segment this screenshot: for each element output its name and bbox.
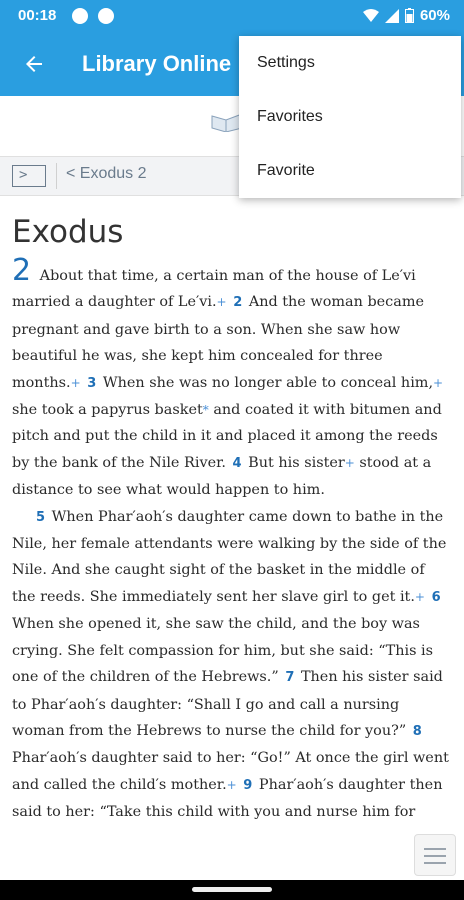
app-title: Library Online (82, 51, 232, 76)
verse-number[interactable]: 3 (87, 376, 96, 391)
wifi-icon (362, 8, 379, 22)
verse-text: she took a papyrus basket (12, 402, 203, 419)
menu-line (424, 848, 446, 850)
battery-percent: 60% (419, 7, 450, 24)
menu-item-favorites[interactable]: Favorites (239, 90, 461, 144)
sync-icon (98, 8, 114, 24)
battery-icon (404, 8, 414, 23)
previous-chapter-label: Exodus 2 (79, 165, 147, 182)
reading-content: Exodus 2 About that time, a certain man … (12, 206, 452, 826)
chevron-left-icon: < (66, 165, 76, 182)
verse-number[interactable]: 4 (233, 456, 242, 471)
verse-number[interactable]: 5 (36, 510, 45, 525)
menu-line (424, 862, 446, 864)
verse-number[interactable]: 6 (432, 590, 441, 605)
verse-number[interactable]: 8 (413, 724, 422, 739)
notification-icon (72, 8, 88, 24)
system-nav-bar (0, 880, 464, 900)
menu-item-favorite[interactable]: Favorite (239, 144, 461, 198)
home-gesture-handle[interactable] (192, 887, 272, 892)
status-bar: 00:18 60% (0, 0, 464, 32)
status-time: 00:18 (18, 7, 57, 24)
hamburger-menu-button[interactable] (414, 834, 456, 876)
cross-ref-marker[interactable]: + (415, 590, 425, 604)
back-arrow-icon[interactable] (22, 52, 46, 76)
cross-ref-marker[interactable]: + (433, 376, 443, 390)
footnote-marker[interactable]: * (203, 403, 209, 417)
divider (56, 163, 57, 189)
paragraph-1: 2 About that time, a certain man of the … (12, 256, 452, 504)
cross-ref-marker[interactable]: + (345, 456, 355, 470)
menu-line (424, 855, 446, 857)
cross-ref-marker[interactable]: + (227, 778, 237, 792)
verse-number[interactable]: 9 (243, 778, 252, 793)
verse-text: When Phar′aoh′s daughter came down to ba… (12, 508, 447, 605)
cross-ref-marker[interactable]: + (71, 376, 81, 390)
signal-icon (384, 8, 399, 23)
menu-item-settings[interactable]: Settings (239, 36, 461, 90)
paragraph-2: 5 When Phar′aoh′s daughter came down to … (12, 504, 452, 826)
cross-ref-marker[interactable]: + (217, 295, 227, 309)
chapter-number: 2 (12, 253, 32, 288)
verse-text: When she was no longer able to conceal h… (102, 374, 434, 391)
book-title: Exodus (12, 214, 124, 250)
previous-chapter-link[interactable]: < Exodus 2 (66, 165, 147, 183)
status-right: 60% (362, 7, 450, 24)
overflow-menu: Settings Favorites Favorite (239, 36, 461, 198)
verse-number[interactable]: 2 (233, 295, 242, 310)
verse-number[interactable]: 7 (285, 670, 294, 685)
verse-text: But his sister (248, 454, 345, 471)
expand-panel-button[interactable]: > (12, 165, 46, 187)
